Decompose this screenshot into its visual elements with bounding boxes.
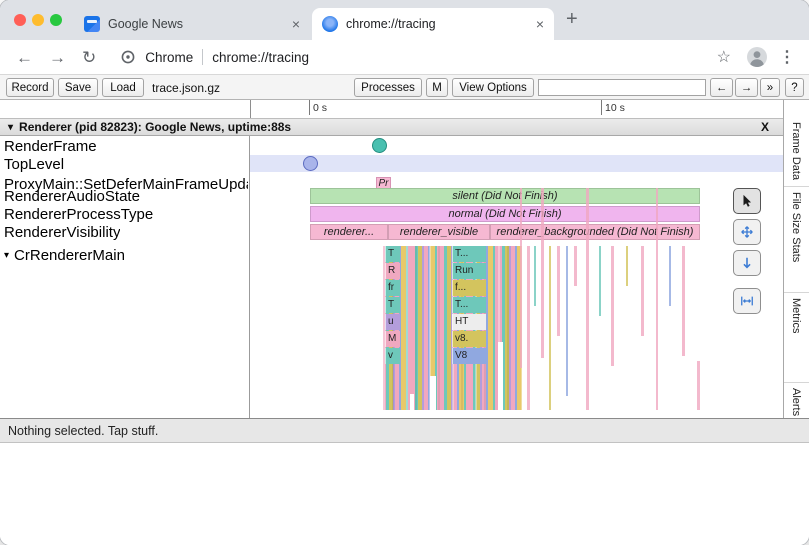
flame-slice[interactable]: fr bbox=[385, 280, 400, 296]
record-button[interactable]: Record bbox=[6, 78, 54, 97]
analysis-panel-body bbox=[0, 444, 809, 545]
tab-tracing[interactable]: chrome://tracing × bbox=[312, 8, 554, 40]
side-separator bbox=[784, 382, 809, 383]
flame-slice[interactable]: v8. bbox=[452, 331, 486, 347]
ruler-tick bbox=[309, 100, 310, 115]
page-info-icon[interactable] bbox=[120, 49, 136, 65]
bookmark-star-icon[interactable]: ☆ bbox=[717, 47, 731, 67]
flame-slice[interactable]: u bbox=[385, 314, 400, 330]
tab-strip: Google News × chrome://tracing × + bbox=[0, 0, 809, 40]
side-separator bbox=[784, 186, 809, 187]
track-label: RenderFrame bbox=[4, 138, 97, 155]
tab-label: chrome://tracing bbox=[346, 17, 528, 31]
tab-google-news[interactable]: Google News × bbox=[74, 8, 310, 40]
thread-label: CrRendererMain bbox=[14, 247, 125, 264]
url-origin[interactable]: Chrome bbox=[145, 50, 193, 65]
track-label: RendererAudioState bbox=[4, 188, 140, 205]
collapse-icon[interactable]: ▾ bbox=[8, 122, 13, 133]
processes-button[interactable]: Processes bbox=[354, 78, 422, 97]
zoom-arrow-icon bbox=[740, 256, 754, 270]
selection-status-text: Nothing selected. Tap stuff. bbox=[8, 424, 158, 438]
flame-slice[interactable]: HT bbox=[452, 314, 486, 330]
profile-avatar[interactable] bbox=[747, 47, 767, 67]
ruler-tick-label: 10 s bbox=[605, 102, 625, 114]
save-button[interactable]: Save bbox=[58, 78, 98, 97]
tab-alerts[interactable]: Alerts bbox=[790, 388, 802, 416]
address-bar: ← → ↻ Chrome chrome://tracing ☆ ⋮ bbox=[0, 40, 809, 74]
minimize-window-button[interactable] bbox=[32, 14, 44, 26]
zoom-tool-button[interactable] bbox=[733, 250, 761, 276]
flame-slice[interactable]: T bbox=[385, 297, 400, 313]
selection-arrow-icon bbox=[740, 194, 754, 208]
forward-icon[interactable]: → bbox=[49, 49, 66, 66]
back-icon[interactable]: ← bbox=[16, 49, 33, 66]
find-input[interactable] bbox=[538, 79, 706, 96]
tab-metrics[interactable]: Metrics bbox=[790, 298, 802, 333]
view-options-button[interactable]: View Options bbox=[452, 78, 534, 97]
thread-header-crrenderermain[interactable]: ▾ CrRendererMain bbox=[4, 247, 125, 264]
url-text[interactable]: chrome://tracing bbox=[212, 50, 309, 65]
flame-slice[interactable]: v bbox=[385, 348, 400, 364]
pan-tool-button[interactable] bbox=[733, 219, 761, 245]
load-button[interactable]: Load bbox=[102, 78, 144, 97]
selection-status-bar: Nothing selected. Tap stuff. bbox=[0, 419, 809, 443]
timeline-canvas[interactable]: Pr silent (Did Not Finish) normal (Did N… bbox=[250, 136, 783, 418]
collapse-icon[interactable]: ▾ bbox=[4, 250, 9, 261]
google-news-favicon bbox=[84, 16, 100, 32]
close-window-button[interactable] bbox=[14, 14, 26, 26]
analysis-panel: Nothing selected. Tap stuff. bbox=[0, 418, 809, 545]
ruler-tick-label: 0 s bbox=[313, 102, 327, 114]
process-header[interactable]: ▾ Renderer (pid 82823): Google News, upt… bbox=[0, 118, 783, 136]
trace-filename: trace.json.gz bbox=[152, 81, 220, 95]
timeline-ruler: 0 s 10 s bbox=[250, 100, 783, 118]
track-label: RendererVisibility bbox=[4, 224, 120, 241]
browser-window: Google News × chrome://tracing × + ← → ↻… bbox=[0, 0, 809, 545]
tab-close-icon[interactable]: × bbox=[536, 17, 544, 31]
menu-icon[interactable]: ⋮ bbox=[779, 47, 795, 67]
flame-slice[interactable]: T... bbox=[452, 246, 486, 262]
track-label: RendererProcessType bbox=[4, 206, 153, 223]
flame-slice[interactable]: Run bbox=[452, 263, 486, 279]
flame-cells: T T... R Run fr f... T T... u HT Mv8. v V8 bbox=[250, 136, 783, 418]
flame-slice[interactable]: V8 bbox=[452, 348, 486, 364]
reload-icon[interactable]: ↻ bbox=[82, 49, 96, 66]
track-view: RenderFrame TopLevel ProxyMain::SetDefer… bbox=[0, 136, 783, 418]
new-tab-button[interactable]: + bbox=[566, 8, 578, 31]
tab-frame-data[interactable]: Frame Data bbox=[790, 122, 802, 180]
find-more-button[interactable]: » bbox=[760, 78, 780, 97]
flame-slice[interactable]: f... bbox=[452, 280, 486, 296]
fullscreen-window-button[interactable] bbox=[50, 14, 62, 26]
flame-slice[interactable]: T bbox=[385, 246, 400, 262]
flame-slice[interactable]: T... bbox=[452, 297, 486, 313]
ruler-tick bbox=[601, 100, 602, 115]
find-next-button[interactable]: → bbox=[735, 78, 758, 97]
process-title: Renderer (pid 82823): Google News, uptim… bbox=[19, 120, 291, 134]
side-separator bbox=[784, 292, 809, 293]
url-divider bbox=[202, 49, 203, 65]
tracing-favicon bbox=[322, 16, 338, 32]
mode-toolbar bbox=[733, 188, 763, 319]
process-close-button[interactable]: X bbox=[761, 120, 769, 134]
track-label-column: RenderFrame TopLevel ProxyMain::SetDefer… bbox=[0, 136, 250, 418]
tracing-toolbar: Record Save Load trace.json.gz Processes… bbox=[0, 74, 809, 100]
tab-file-size-stats[interactable]: File Size Stats bbox=[790, 192, 802, 262]
flame-slice[interactable]: R bbox=[385, 263, 400, 279]
pan-icon bbox=[740, 225, 754, 239]
find-previous-button[interactable]: ← bbox=[710, 78, 733, 97]
tab-close-icon[interactable]: × bbox=[292, 17, 300, 31]
timing-tool-button[interactable] bbox=[733, 288, 761, 314]
analysis-tab-strip: Frame Data File Size Stats Metrics Alert… bbox=[783, 100, 809, 418]
help-button[interactable]: ? bbox=[785, 78, 804, 97]
selection-tool-button[interactable] bbox=[733, 188, 761, 214]
timing-icon bbox=[740, 294, 754, 308]
metrics-button[interactable]: M bbox=[426, 78, 448, 97]
flame-slice[interactable]: M bbox=[385, 331, 400, 347]
tab-label: Google News bbox=[108, 17, 284, 31]
track-label: TopLevel bbox=[4, 156, 64, 173]
